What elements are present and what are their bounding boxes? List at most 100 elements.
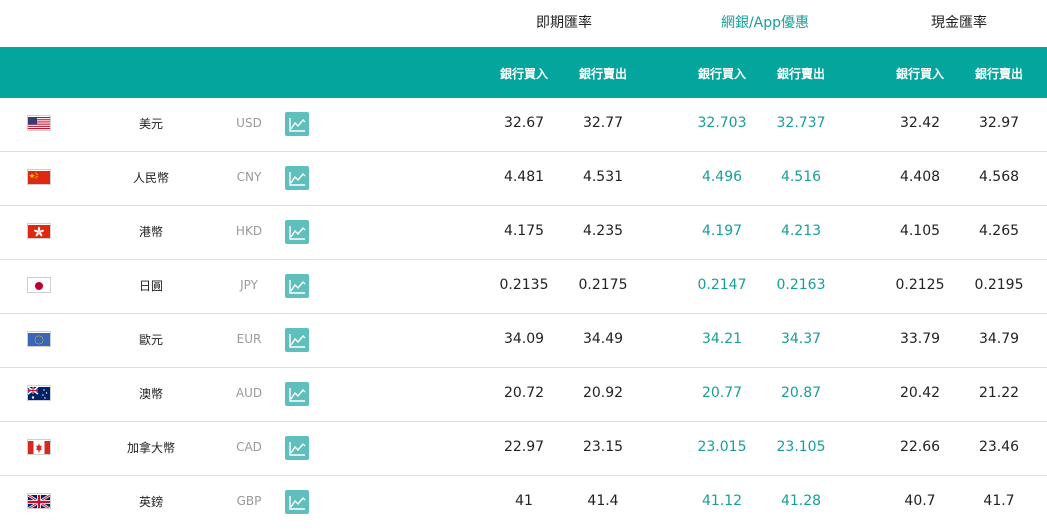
- column-header-bar: 銀行買入 銀行賣出 銀行買入 銀行賣出 銀行買入 銀行賣出: [0, 47, 1047, 98]
- spot-sell-value: 32.77: [582, 115, 624, 131]
- cash-buy-value: 4.408: [899, 169, 941, 185]
- online-sell-value: 23.105: [776, 439, 826, 455]
- spot-buy-value: 4.175: [503, 223, 545, 239]
- cash-sell-value: 0.2195: [974, 277, 1024, 293]
- spot-sell-value: 23.15: [582, 439, 624, 455]
- online-sell-value: 4.213: [780, 223, 822, 239]
- spot-buy-value: 41: [515, 493, 533, 509]
- currency-name: 澳幣: [138, 387, 163, 401]
- exchange-rate-table: 即期匯率 網銀/App優惠 現金匯率 銀行買入 銀行賣出 銀行買入 銀行賣出 銀…: [0, 0, 1047, 517]
- spot-buy-value: 4.481: [503, 169, 545, 185]
- currency-code: AUD: [235, 386, 263, 400]
- table-row: 英鎊 GBP 41 41.4 41.12 41.28 40.7 41.7: [0, 476, 1047, 530]
- online-buy-value: 4.496: [701, 169, 743, 185]
- table-row: 澳幣 AUD 20.72 20.92 20.77 20.87 20.42 21.…: [0, 368, 1047, 422]
- currency-code: CNY: [236, 170, 262, 184]
- online-sell-value: 20.87: [780, 385, 822, 401]
- cash-buy-value: 4.105: [899, 223, 941, 239]
- trend-chart-icon[interactable]: [285, 436, 309, 460]
- spot-buy-header: 銀行買入: [499, 67, 548, 81]
- cash-sell-header: 銀行賣出: [974, 67, 1023, 81]
- spot-sell-value: 4.531: [582, 169, 624, 185]
- currency-name: 美元: [138, 117, 163, 131]
- online-buy-value: 41.12: [701, 493, 743, 509]
- cash-sell-value: 23.46: [978, 439, 1020, 455]
- trend-chart-icon[interactable]: [285, 382, 309, 406]
- online-buy-value: 0.2147: [697, 277, 747, 293]
- cash-buy-value: 20.42: [899, 385, 941, 401]
- currency-code: CAD: [236, 440, 262, 454]
- online-buy-value: 34.21: [701, 331, 743, 347]
- spot-sell-value: 34.49: [582, 331, 624, 347]
- currency-code: HKD: [235, 224, 263, 238]
- online-sell-value: 4.516: [780, 169, 822, 185]
- online-buy-value: 20.77: [701, 385, 743, 401]
- currency-name: 歐元: [138, 333, 163, 347]
- cash-sell-value: 21.22: [978, 385, 1020, 401]
- currency-name: 人民幣: [132, 171, 169, 185]
- currency-code: EUR: [236, 332, 262, 346]
- table-row: 港幣 HKD 4.175 4.235 4.197 4.213 4.105 4.2…: [0, 206, 1047, 260]
- online-sell-value: 32.737: [776, 115, 826, 131]
- au-flag-icon: [27, 385, 51, 401]
- table-row: 人民幣 CNY 4.481 4.531 4.496 4.516 4.408 4.…: [0, 152, 1047, 206]
- spot-rate-heading: 即期匯率: [536, 15, 592, 31]
- table-row: 美元 USD 32.67 32.77 32.703 32.737 32.42 3…: [0, 98, 1047, 152]
- online-sell-value: 0.2163: [776, 277, 826, 293]
- cash-buy-value: 33.79: [899, 331, 941, 347]
- online-buy-value: 4.197: [701, 223, 743, 239]
- trend-chart-icon[interactable]: [285, 490, 309, 514]
- spot-sell-value: 0.2175: [578, 277, 628, 293]
- currency-code: JPY: [240, 278, 258, 292]
- cash-buy-value: 40.7: [904, 493, 936, 509]
- trend-chart-icon[interactable]: [285, 328, 309, 352]
- cash-buy-value: 32.42: [899, 115, 941, 131]
- spot-buy-value: 32.67: [503, 115, 545, 131]
- spot-buy-value: 0.2135: [499, 277, 549, 293]
- cash-sell-value: 34.79: [978, 331, 1020, 347]
- online-rate-heading: 網銀/App優惠: [720, 15, 810, 31]
- trend-chart-icon[interactable]: [285, 274, 309, 298]
- cash-sell-value: 4.568: [978, 169, 1020, 185]
- currency-code: GBP: [236, 494, 262, 508]
- currency-name: 日圓: [138, 279, 163, 293]
- spot-sell-value: 20.92: [582, 385, 624, 401]
- online-sell-value: 41.28: [780, 493, 822, 509]
- online-sell-value: 34.37: [780, 331, 822, 347]
- currency-name: 英鎊: [138, 495, 163, 509]
- online-buy-header: 銀行買入: [697, 67, 746, 81]
- online-buy-value: 23.015: [697, 439, 747, 455]
- currency-code: USD: [236, 116, 262, 130]
- currency-name: 港幣: [138, 225, 163, 239]
- cn-flag-icon: [27, 169, 51, 185]
- cash-sell-value: 32.97: [978, 115, 1020, 131]
- cash-sell-value: 41.7: [983, 493, 1015, 509]
- spot-sell-value: 4.235: [582, 223, 624, 239]
- trend-chart-icon[interactable]: [285, 112, 309, 136]
- cash-rate-heading: 現金匯率: [931, 15, 987, 31]
- ca-flag-icon: [27, 439, 51, 455]
- us-flag-icon: [27, 115, 51, 131]
- cash-buy-value: 22.66: [899, 439, 941, 455]
- spot-sell-value: 41.4: [587, 493, 619, 509]
- online-sell-header: 銀行賣出: [776, 67, 825, 81]
- gb-flag-icon: [27, 493, 51, 509]
- cash-buy-value: 0.2125: [895, 277, 945, 293]
- spot-buy-value: 22.97: [503, 439, 545, 455]
- online-buy-value: 32.703: [697, 115, 747, 131]
- currency-name: 加拿大幣: [126, 441, 175, 455]
- cash-sell-value: 4.265: [978, 223, 1020, 239]
- cash-buy-header: 銀行買入: [895, 67, 944, 81]
- spot-buy-value: 20.72: [503, 385, 545, 401]
- jp-flag-icon: [27, 277, 51, 293]
- trend-chart-icon[interactable]: [285, 220, 309, 244]
- spot-buy-value: 34.09: [503, 331, 545, 347]
- table-row: 歐元 EUR 34.09 34.49 34.21 34.37 33.79 34.…: [0, 314, 1047, 368]
- hk-flag-icon: [27, 223, 51, 239]
- group-header-row: 即期匯率 網銀/App優惠 現金匯率: [0, 0, 1047, 47]
- trend-chart-icon[interactable]: [285, 166, 309, 190]
- table-row: 日圓 JPY 0.2135 0.2175 0.2147 0.2163 0.212…: [0, 260, 1047, 314]
- table-row: 加拿大幣 CAD 22.97 23.15 23.015 23.105 22.66…: [0, 422, 1047, 476]
- spot-sell-header: 銀行賣出: [578, 67, 627, 81]
- eu-flag-icon: [27, 331, 51, 347]
